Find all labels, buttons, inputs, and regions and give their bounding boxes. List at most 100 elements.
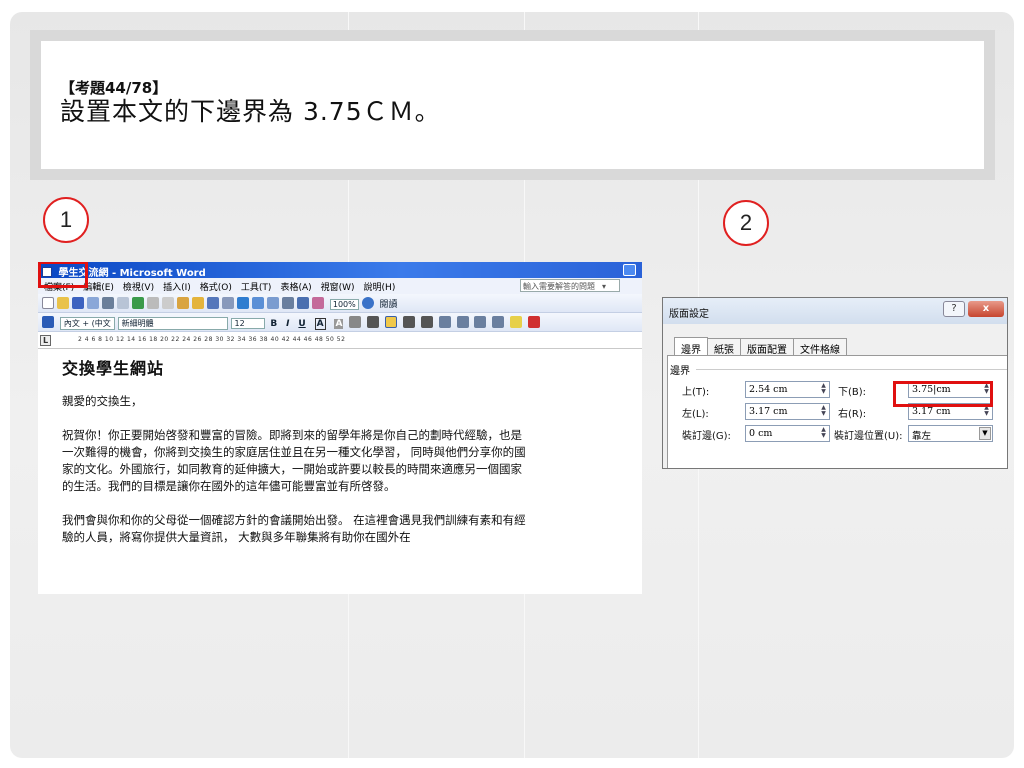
format-painter-icon[interactable] bbox=[192, 297, 204, 309]
doc-heading: 交換學生網站 bbox=[62, 359, 165, 378]
word-menubar: 檔案(F) 編輯(E) 檢視(V) 插入(I) 格式(O) 工具(T) 表格(A) 視窗(W)… bbox=[38, 278, 642, 294]
dialog-title: 版面設定 bbox=[669, 309, 709, 320]
dialog-titlebar: 版面設定 ? x bbox=[663, 298, 1007, 324]
print-icon[interactable] bbox=[102, 297, 114, 309]
justify-icon[interactable] bbox=[420, 316, 433, 328]
font-size-select[interactable]: 12 bbox=[230, 318, 265, 329]
doc-paragraph: 祝賀你！你正要開始啓發和豐富的冒險。即將到來的留學年將是你自己的劃時代經驗，也是… bbox=[62, 428, 526, 493]
style-select[interactable]: 內文 + (中文 bbox=[59, 317, 115, 330]
char-shading-button[interactable]: A bbox=[334, 319, 344, 329]
doc-greeting: 親愛的交換生， bbox=[62, 394, 143, 408]
bottom-margin-label: 下(B): bbox=[838, 387, 867, 398]
top-margin-value: 2.54 cm bbox=[749, 384, 788, 395]
menu-insert[interactable]: 插入(I) bbox=[163, 283, 191, 293]
menu-help[interactable]: 說明(H) bbox=[364, 283, 396, 293]
gutter-input[interactable]: 0 cm ▲ ▼ bbox=[745, 425, 830, 442]
left-margin-input[interactable]: 3.17 cm ▲ ▼ bbox=[745, 403, 830, 420]
permission-icon[interactable] bbox=[87, 297, 99, 309]
numbering-icon[interactable] bbox=[456, 316, 469, 328]
horizontal-ruler[interactable]: L 2 4 6 8 10 12 14 16 18 20 22 24 26 28 … bbox=[38, 332, 642, 349]
undo-icon[interactable] bbox=[207, 297, 219, 309]
bullets-icon[interactable] bbox=[474, 316, 487, 328]
open-folder-icon[interactable] bbox=[57, 297, 69, 309]
tab-paper[interactable]: 紙張 bbox=[707, 338, 741, 356]
hyperlink-icon[interactable] bbox=[237, 297, 249, 309]
spin-arrows-icon[interactable]: ▲ ▼ bbox=[819, 383, 828, 396]
dialog-tabs: 邊界 紙張 版面配置 文件格線 bbox=[674, 337, 847, 357]
drawing-icon[interactable] bbox=[297, 297, 309, 309]
copy-icon[interactable] bbox=[162, 297, 174, 309]
menu-format[interactable]: 格式(O) bbox=[200, 283, 232, 293]
cut-icon[interactable] bbox=[147, 297, 159, 309]
left-margin-label: 左(L): bbox=[682, 409, 709, 420]
table-icon[interactable] bbox=[252, 297, 264, 309]
question-text: 設置本文的下邊界為 3.75ＣＭ。 bbox=[60, 97, 441, 126]
phonetic-icon[interactable] bbox=[349, 316, 362, 328]
chevron-down-icon[interactable]: ▾ bbox=[602, 282, 606, 291]
standard-toolbar: 100% 閱讀 bbox=[38, 294, 642, 313]
bold-button[interactable]: B bbox=[270, 319, 277, 329]
save-icon[interactable] bbox=[72, 297, 84, 309]
menu-window[interactable]: 視窗(W) bbox=[321, 283, 355, 293]
help-button[interactable]: ? bbox=[943, 301, 965, 317]
spin-arrows-icon[interactable]: ▲ ▼ bbox=[819, 405, 828, 418]
highlight-bottom-margin bbox=[893, 381, 993, 407]
word-window: 學生交流網 - Microsoft Word 檔案(F) 編輯(E) 檢視(V) 插入… bbox=[38, 262, 642, 594]
help-icon[interactable] bbox=[361, 297, 374, 309]
underline-button[interactable]: U bbox=[298, 319, 305, 329]
tab-selector-icon[interactable]: L bbox=[40, 335, 51, 346]
align-left-icon[interactable] bbox=[367, 316, 380, 328]
chevron-down-icon[interactable]: ▼ bbox=[979, 427, 991, 440]
redo-icon[interactable] bbox=[222, 297, 234, 309]
margins-panel: 邊界 上(T): 2.54 cm ▲ ▼ 下(B): 3.75|cm ▲ ▼ 左(L… bbox=[667, 355, 1007, 468]
char-border-button[interactable]: A bbox=[314, 318, 326, 330]
tab-layout[interactable]: 版面配置 bbox=[740, 338, 794, 356]
margins-group-label: 邊界 bbox=[670, 366, 690, 377]
excel-icon[interactable] bbox=[267, 297, 279, 309]
menu-view[interactable]: 檢視(V) bbox=[123, 283, 154, 293]
gutter-position-select[interactable]: 靠左 ▼ bbox=[908, 425, 993, 442]
top-margin-input[interactable]: 2.54 cm ▲ ▼ bbox=[745, 381, 830, 398]
gutter-label: 裝訂邊(G): bbox=[682, 431, 731, 442]
gutter-position-label: 裝訂邊位置(U): bbox=[834, 431, 903, 442]
word-titlebar: 學生交流網 - Microsoft Word bbox=[38, 262, 642, 279]
align-center-icon[interactable] bbox=[385, 316, 398, 328]
highlight-file-menu bbox=[38, 262, 88, 288]
document-body[interactable]: 交換學生網站 親愛的交換生， 祝賀你！你正要開始啓發和豐富的冒險。即將到來的留學… bbox=[38, 349, 642, 546]
spelling-icon[interactable] bbox=[132, 297, 144, 309]
close-button[interactable]: x bbox=[968, 301, 1004, 317]
highlight-icon[interactable] bbox=[510, 316, 523, 328]
reading-mode-button[interactable]: 閱讀 bbox=[380, 300, 398, 310]
paste-icon[interactable] bbox=[177, 297, 189, 309]
menu-tools[interactable]: 工具(T) bbox=[241, 283, 272, 293]
tab-doc-grid[interactable]: 文件格線 bbox=[793, 338, 847, 356]
line-spacing-icon[interactable] bbox=[438, 316, 451, 328]
question-tag: 【考題44/78】 bbox=[60, 79, 168, 97]
font-select[interactable]: 新細明體 bbox=[117, 317, 228, 330]
tab-margins[interactable]: 邊界 bbox=[674, 337, 708, 357]
doc-map-icon[interactable] bbox=[312, 297, 324, 309]
ruler-numbers: 2 4 6 8 10 12 14 16 18 20 22 24 26 28 30… bbox=[78, 336, 346, 343]
italic-button[interactable]: I bbox=[286, 319, 289, 329]
styles-icon[interactable] bbox=[42, 316, 54, 328]
print-preview-icon[interactable] bbox=[117, 297, 129, 309]
font-color-icon[interactable] bbox=[528, 316, 541, 328]
align-right-icon[interactable] bbox=[402, 316, 415, 328]
ask-question-input[interactable]: 輸入需要解答的問題 ▾ bbox=[520, 279, 620, 292]
step-1-badge: 1 bbox=[43, 197, 89, 243]
zoom-select[interactable]: 100% bbox=[329, 299, 359, 310]
top-margin-label: 上(T): bbox=[682, 387, 710, 398]
step-2-badge: 2 bbox=[723, 200, 769, 246]
right-margin-label: 右(R): bbox=[838, 409, 867, 420]
indent-icon[interactable] bbox=[492, 316, 505, 328]
right-margin-value: 3.17 cm bbox=[912, 406, 951, 417]
question-box: 【考題44/78】 設置本文的下邊界為 3.75ＣＭ。 bbox=[30, 30, 995, 180]
ask-question-placeholder: 輸入需要解答的問題 bbox=[523, 282, 595, 291]
spin-arrows-icon[interactable]: ▲ ▼ bbox=[819, 427, 828, 440]
doc-paragraph: 我們會與你和你的父母從一個確認方針的會議開始出發。 在這裡會遇見我們訓練有素和有… bbox=[62, 513, 526, 544]
formatting-toolbar: 內文 + (中文 新細明體 12 B I U A A bbox=[38, 313, 642, 332]
minimize-button[interactable] bbox=[623, 264, 636, 276]
columns-icon[interactable] bbox=[282, 297, 294, 309]
menu-table[interactable]: 表格(A) bbox=[280, 283, 311, 293]
new-doc-icon[interactable] bbox=[42, 297, 54, 309]
